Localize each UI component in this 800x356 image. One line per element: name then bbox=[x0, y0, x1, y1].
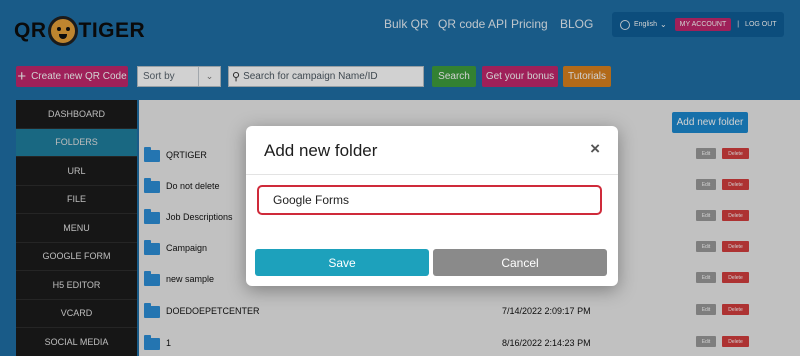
close-icon[interactable]: × bbox=[590, 139, 600, 159]
folder-name-input[interactable] bbox=[257, 185, 602, 215]
modal-title: Add new folder bbox=[264, 141, 378, 160]
cancel-button[interactable]: Cancel bbox=[433, 249, 607, 276]
divider bbox=[246, 174, 618, 175]
add-folder-modal: Add new folder × Save Cancel bbox=[246, 126, 618, 286]
save-button[interactable]: Save bbox=[255, 249, 429, 276]
